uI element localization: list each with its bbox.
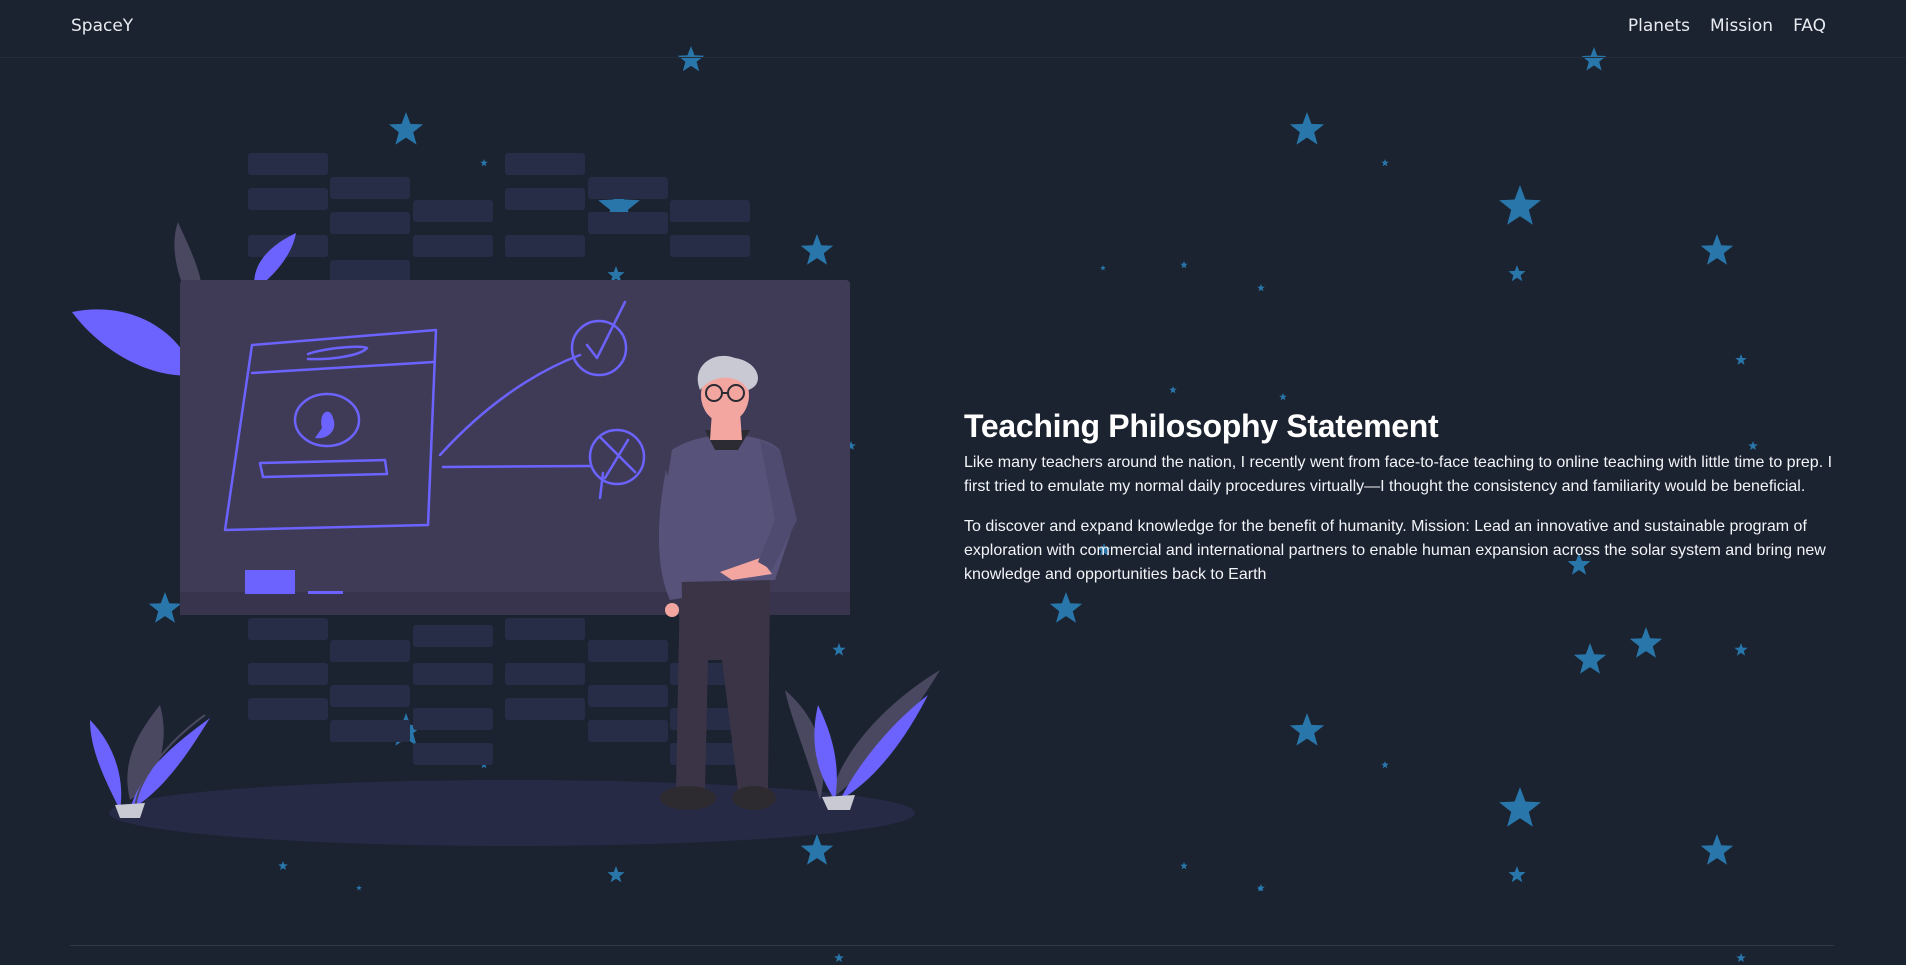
nav-links: Planets Mission FAQ	[1628, 16, 1826, 36]
star-icon	[1381, 761, 1389, 769]
plant-right	[785, 670, 940, 810]
star-icon	[1499, 185, 1541, 225]
mission-paragraph: To discover and expand knowledge for the…	[964, 518, 1826, 583]
star-icon	[1381, 159, 1389, 167]
star-icon	[1180, 862, 1188, 870]
star-icon	[1573, 643, 1607, 674]
star-icon	[1508, 265, 1526, 282]
star-icon	[1700, 834, 1734, 865]
teacher-illustration	[72, 153, 940, 846]
star-icon	[278, 861, 288, 870]
star-icon	[1289, 112, 1325, 145]
star-icon	[1180, 261, 1188, 269]
intro-paragraph: Like many teachers around the nation, I …	[964, 454, 1833, 495]
nav-link-planets[interactable]: Planets	[1628, 16, 1690, 36]
star-icon	[1735, 354, 1747, 365]
star-icon	[1499, 787, 1541, 827]
leaf-left	[72, 309, 195, 376]
star-icon	[1257, 284, 1265, 292]
star-icon	[1169, 386, 1177, 394]
nav-link-faq[interactable]: FAQ	[1793, 16, 1826, 36]
page-title: Teaching Philosophy Statement	[964, 408, 1439, 444]
star-icon	[1734, 643, 1748, 656]
chalk-eraser	[245, 570, 295, 594]
star-icon	[1629, 627, 1663, 658]
star-icon	[1279, 393, 1287, 401]
star-icon	[834, 953, 844, 962]
hero-content: Teaching Philosophy Statement Like many …	[964, 408, 1844, 603]
nav-link-mission[interactable]: Mission	[1710, 16, 1773, 36]
star-icon	[607, 866, 625, 883]
brand-logo[interactable]: SpaceY	[71, 16, 133, 36]
star-icon	[1736, 953, 1746, 962]
star-icon	[1700, 234, 1734, 265]
ground-shadow	[109, 780, 915, 846]
star-icon	[1289, 713, 1325, 746]
footer-divider	[70, 945, 1834, 946]
top-navbar: SpaceY Planets Mission FAQ	[0, 0, 1906, 58]
star-icon	[356, 885, 362, 891]
star-icon	[1100, 265, 1106, 271]
star-icon	[1508, 866, 1526, 883]
